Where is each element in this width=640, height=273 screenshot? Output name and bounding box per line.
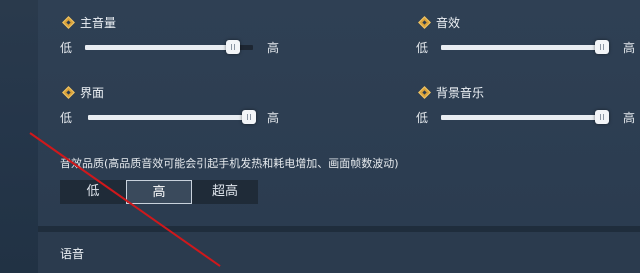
interface-high-label: 高	[267, 111, 280, 125]
effects-volume-label: 音效	[436, 16, 461, 30]
effects-volume-fill	[441, 45, 609, 50]
interface-low-label: 低	[60, 111, 73, 125]
effects-high-label: 高	[623, 41, 636, 55]
voice-section	[38, 232, 640, 273]
sound-quality-title: 音效品质(高品质音效可能会引起手机发热和耗电增加、画面帧数波动)	[60, 157, 399, 170]
interface-volume-fill	[88, 115, 256, 120]
master-volume-knob[interactable]	[225, 40, 240, 54]
music-high-label: 高	[623, 111, 636, 125]
master-high-label: 高	[267, 41, 280, 55]
effects-volume-knob[interactable]	[595, 40, 609, 54]
effects-volume-slider[interactable]	[441, 40, 609, 54]
master-volume-fill	[85, 45, 233, 50]
quality-option-high[interactable]: 高	[126, 180, 192, 204]
master-volume-slider[interactable]	[85, 40, 253, 54]
master-volume-label: 主音量	[80, 16, 117, 30]
music-volume-slider[interactable]	[441, 110, 609, 124]
music-volume-label: 背景音乐	[436, 86, 485, 100]
voice-section-title: 语音	[60, 247, 85, 261]
master-low-label: 低	[60, 41, 73, 55]
interface-volume-label: 界面	[80, 86, 105, 100]
music-volume-knob[interactable]	[595, 110, 609, 124]
interface-volume-knob[interactable]	[242, 110, 256, 124]
effects-low-label: 低	[416, 41, 429, 55]
quality-option-ultra[interactable]: 超高	[192, 180, 258, 204]
music-low-label: 低	[416, 111, 429, 125]
music-volume-fill	[441, 115, 609, 120]
interface-volume-slider[interactable]	[88, 110, 256, 124]
